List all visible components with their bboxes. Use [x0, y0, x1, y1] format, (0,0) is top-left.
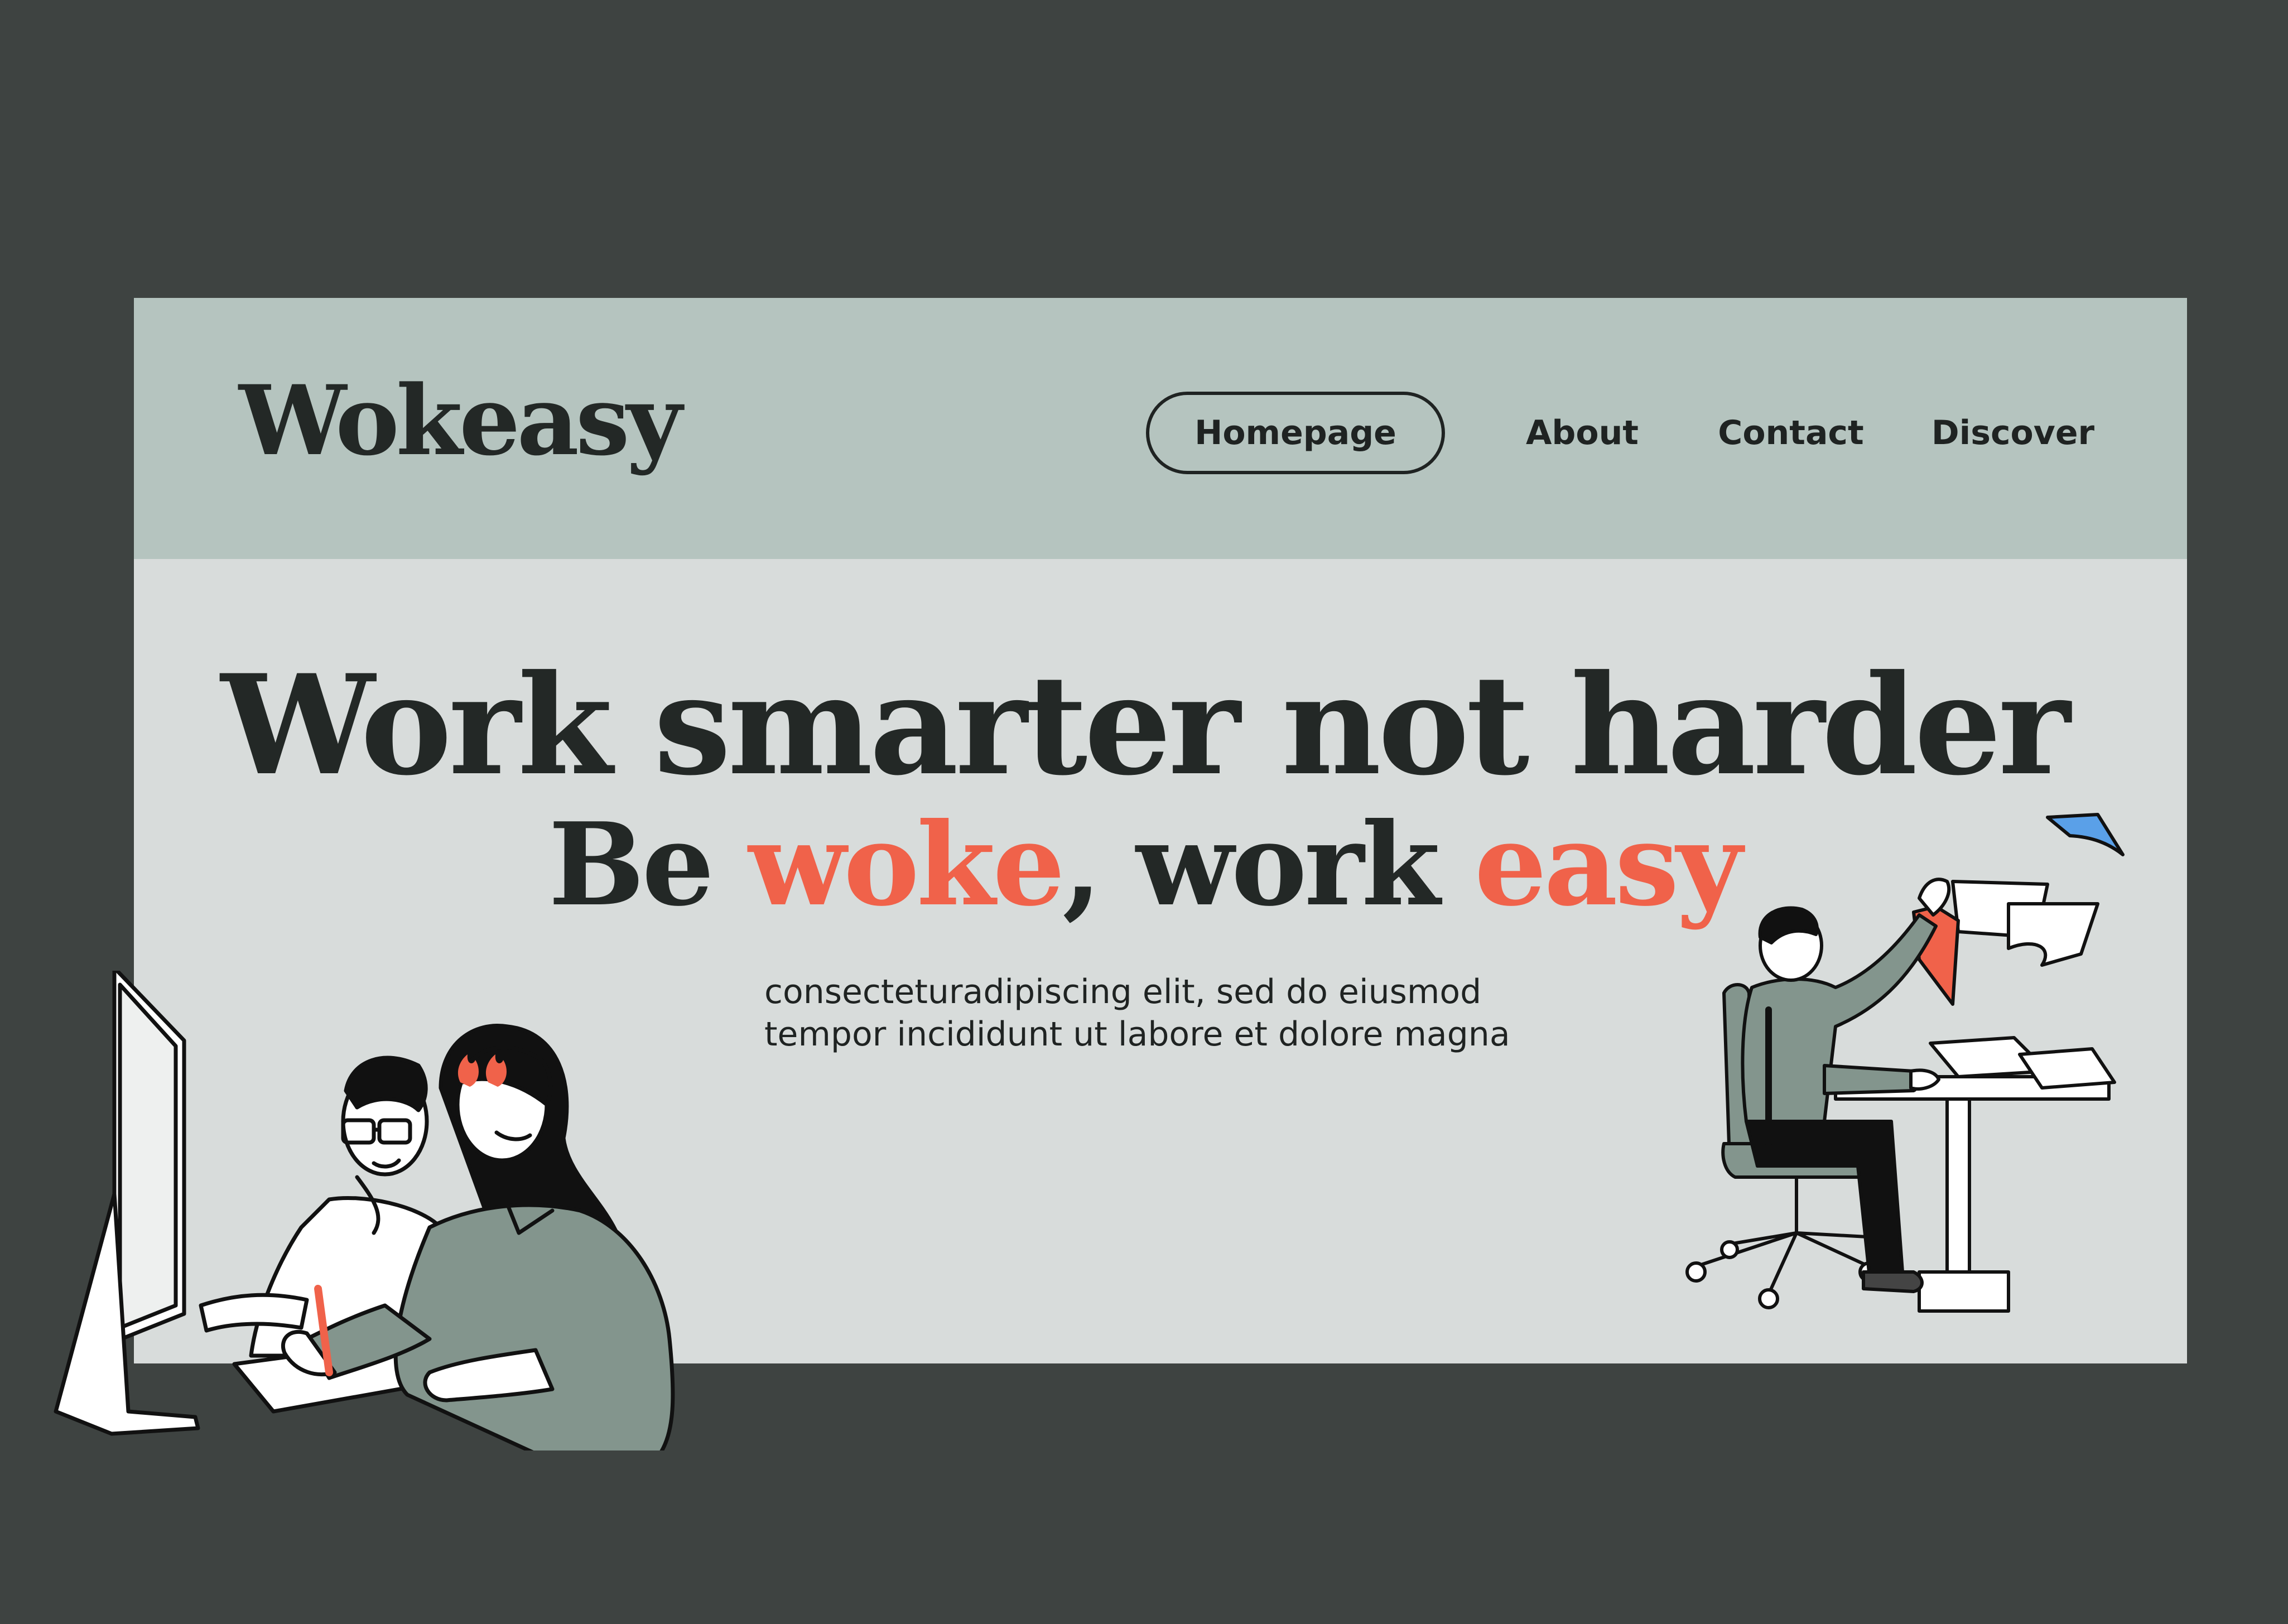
illustration-man-at-desk — [1685, 813, 2125, 1313]
hero-headline: Work smarter not harder — [220, 645, 2070, 806]
description-line-1: consecteturadipiscing elit, sed do eiusm… — [764, 972, 1482, 1011]
illustration-team-at-computer — [54, 971, 675, 1450]
description-line-2: tempor incididunt ut labore et dolore ma… — [764, 1015, 1510, 1054]
hero-description: consecteturadipiscing elit, sed do eiusm… — [764, 971, 1601, 1056]
subheadline-prefix: Be — [548, 798, 749, 932]
page: Wokeasy Homepage About Contact Discover … — [0, 0, 2288, 1624]
nav-item-discover[interactable]: Discover — [1924, 392, 2102, 474]
nav-item-about[interactable]: About — [1515, 392, 1649, 474]
subheadline-middle: , work — [1062, 798, 1475, 932]
subheadline-accent-woke: woke — [748, 798, 1065, 932]
brand-logo[interactable]: Wokeasy — [239, 373, 682, 469]
site-header: Wokeasy Homepage About Contact Discover — [134, 298, 2187, 559]
nav-item-homepage[interactable]: Homepage — [1146, 392, 1445, 474]
nav-item-contact[interactable]: Contact — [1707, 392, 1875, 474]
